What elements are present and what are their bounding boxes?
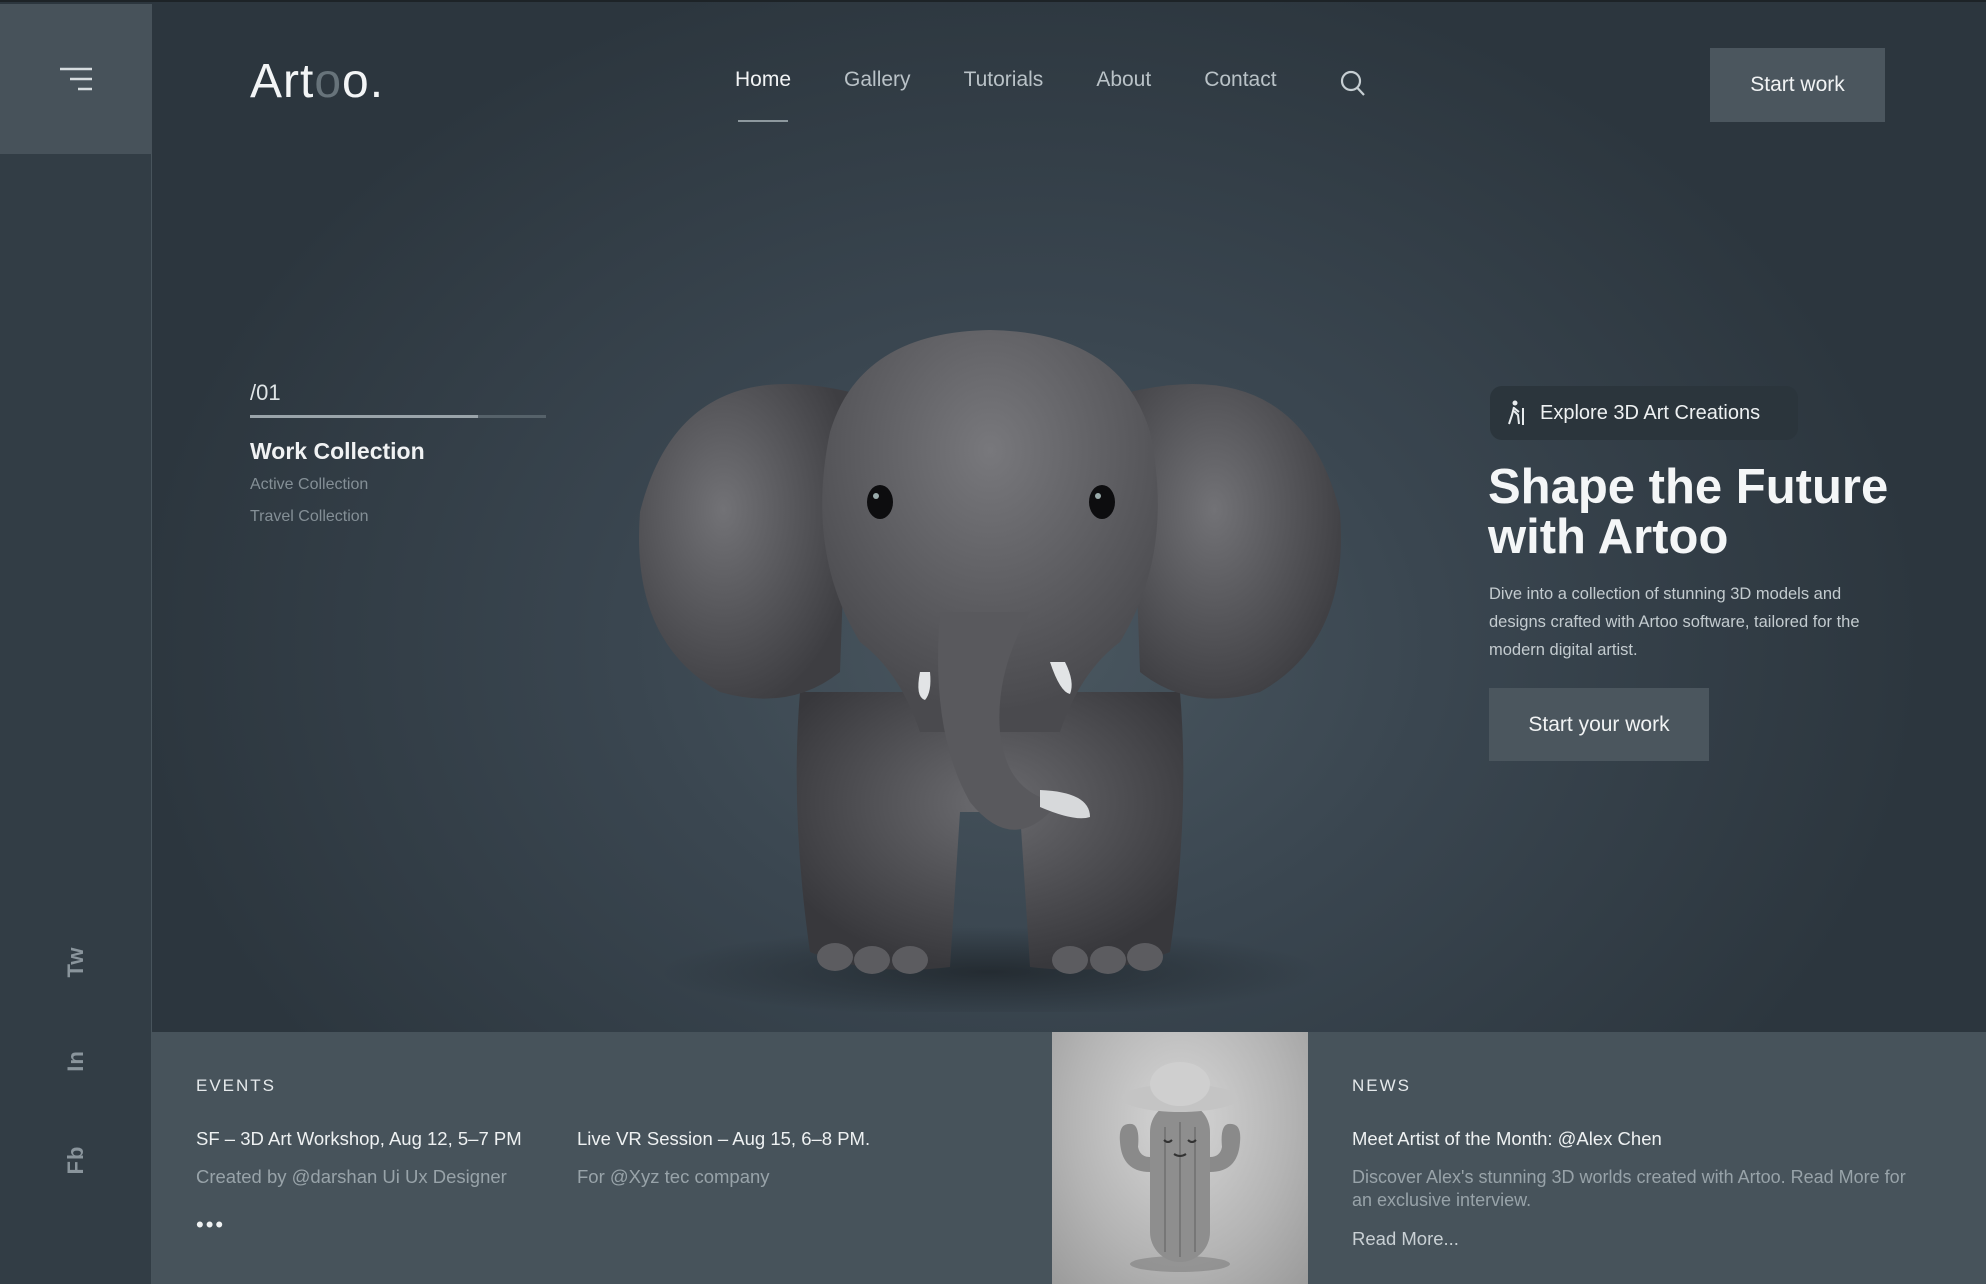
event-title[interactable]: Live VR Session – Aug 15, 6–8 PM. (577, 1128, 870, 1150)
social-link-twitter[interactable]: Tw (63, 947, 89, 978)
logo-text-prefix: Art (250, 55, 315, 108)
explore-pill[interactable]: Explore 3D Art Creations (1490, 386, 1798, 440)
collection-title: Work Collection (250, 438, 425, 464)
event-title[interactable]: SF – 3D Art Workshop, Aug 12, 5–7 PM (196, 1128, 522, 1150)
start-your-work-button[interactable]: Start your work (1489, 688, 1709, 761)
news-title[interactable]: Meet Artist of the Month: @Alex Chen (1352, 1128, 1662, 1150)
collection-item-active[interactable]: Active Collection (250, 476, 368, 494)
social-link-facebook[interactable]: Fb (63, 1146, 89, 1175)
sidebar: Tw In Fb (0, 4, 152, 1284)
main-nav: Home Gallery Tutorials About Contact (735, 68, 1330, 122)
nav-item-about[interactable]: About (1096, 68, 1151, 92)
nav-item-contact[interactable]: Contact (1204, 68, 1276, 92)
menu-icon (60, 67, 92, 91)
social-link-linkedin[interactable]: In (63, 1050, 89, 1072)
event-subtitle: Created by @darshan Ui Ux Designer (196, 1166, 507, 1187)
more-events-button[interactable]: ••• (196, 1212, 225, 1238)
events-label: EVENTS (196, 1076, 277, 1095)
bottom-panel: EVENTS SF – 3D Art Workshop, Aug 12, 5–7… (152, 1032, 1986, 1284)
nav-item-home[interactable]: Home (735, 68, 791, 122)
slide-number: /01 (250, 380, 281, 405)
menu-button[interactable] (0, 4, 152, 154)
logo-text-o: o (314, 55, 343, 108)
logo[interactable]: Artoo. (250, 54, 384, 109)
collection-progress-bar (250, 415, 546, 418)
search-icon[interactable] (1340, 70, 1366, 98)
event-subtitle: For @Xyz tec company (577, 1166, 770, 1187)
nav-item-tutorials[interactable]: Tutorials (964, 68, 1044, 92)
hiker-icon (1508, 400, 1524, 425)
collection-item-travel[interactable]: Travel Collection (250, 508, 369, 526)
logo-text-suffix: o. (342, 55, 385, 108)
nav-item-gallery[interactable]: Gallery (844, 68, 911, 92)
news-description: Discover Alex's stunning 3D worlds creat… (1352, 1167, 1906, 1210)
start-work-button[interactable]: Start work (1710, 48, 1885, 122)
hero-elephant-image (620, 312, 1380, 1017)
read-more-link[interactable]: Read More... (1352, 1228, 1459, 1250)
news-cactus-image (1052, 1032, 1308, 1284)
collection-progress-fill (250, 415, 478, 418)
hero-description: Dive into a collection of stunning 3D mo… (1489, 585, 1860, 659)
news-label: NEWS (1352, 1076, 1411, 1095)
hero-title: Shape the Future with Artoo (1488, 460, 1889, 564)
explore-pill-label: Explore 3D Art Creations (1540, 401, 1761, 424)
page-frame: Tw In Fb Artoo. Home Gallery Tutorials A… (0, 0, 1986, 1284)
